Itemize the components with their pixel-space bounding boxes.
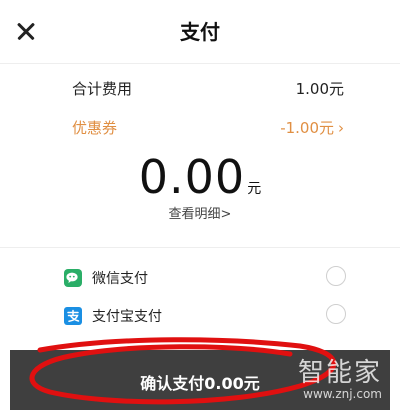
fee-label: 合计费用	[72, 80, 133, 98]
payment-sheet: 支付 合计费用 1.00元 优惠券 -1.00元 › 0.00 元 查看明细> 微信…	[0, 0, 400, 410]
header-divider	[0, 63, 400, 64]
watermark: 智能家 www.znj.com	[298, 352, 382, 401]
watermark-name: 智能家	[297, 358, 382, 388]
wechat-pay-icon	[64, 269, 82, 287]
coupon-value: -1.00元	[280, 119, 334, 137]
total-amount-unit: 元	[247, 181, 262, 197]
payment-method-alipay[interactable]: 支付宝支付	[64, 302, 354, 330]
coupon-label: 优惠券	[72, 119, 118, 137]
fee-value: 1.00元	[295, 80, 344, 98]
view-details-link[interactable]: 查看明细>	[0, 203, 400, 222]
payment-method-label: 支付宝支付	[92, 309, 162, 325]
section-divider	[0, 247, 400, 248]
page-title: 支付	[180, 20, 220, 44]
coupon-selector[interactable]: -1.00元 ›	[280, 117, 344, 138]
total-amount: 0.00 元	[0, 150, 400, 204]
alipay-icon	[64, 307, 82, 325]
payment-method-wechat[interactable]: 微信支付	[64, 264, 354, 292]
radio-alipay[interactable]	[326, 304, 346, 324]
chevron-right-icon: ›	[338, 119, 344, 137]
payment-method-label: 微信支付	[92, 271, 148, 287]
total-amount-number: 0.00	[138, 150, 246, 204]
watermark-url: www.znj.com	[303, 387, 382, 401]
radio-wechat[interactable]	[326, 266, 346, 286]
